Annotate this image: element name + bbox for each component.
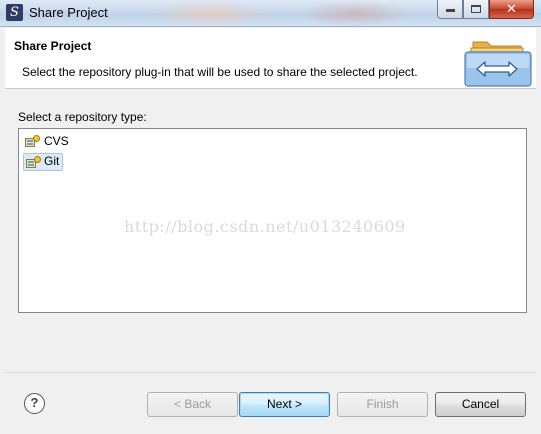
eclipse-app-icon: S (6, 4, 23, 21)
cancel-button[interactable]: Cancel (435, 392, 526, 417)
repository-plugin-icon (26, 156, 41, 168)
wizard-description: Select the repository plug-in that will … (22, 65, 418, 79)
minimize-icon (445, 9, 455, 12)
maximize-button[interactable] (463, 0, 489, 19)
list-item-cvs[interactable]: CVS (23, 133, 72, 151)
maximize-icon (471, 5, 481, 13)
back-button[interactable]: < Back (147, 392, 238, 417)
close-icon: ✕ (506, 1, 517, 16)
repository-type-label: Select a repository type: (18, 110, 147, 124)
close-button[interactable]: ✕ (489, 0, 534, 19)
next-button[interactable]: Next > (239, 392, 330, 417)
list-item-label: CVS (44, 134, 69, 148)
title-bar-backdrop (300, 0, 410, 27)
wizard-title: Share Project (14, 39, 92, 53)
help-icon: ? (30, 395, 39, 410)
title-bar[interactable]: S Share Project ✕ (0, 0, 541, 27)
footer-divider (5, 372, 536, 373)
title-bar-backdrop (150, 0, 270, 27)
finish-button[interactable]: Finish (337, 392, 428, 417)
list-item-git[interactable]: Git (23, 153, 64, 171)
wizard-header: Share Project Select the repository plug… (5, 28, 536, 89)
share-project-folders-icon (464, 41, 532, 87)
list-item-label: Git (44, 154, 60, 168)
repository-plugin-icon (25, 135, 40, 147)
minimize-button[interactable] (437, 0, 463, 19)
help-button[interactable]: ? (24, 393, 45, 414)
watermark-text: http://blog.csdn.net/u013240609 (124, 217, 406, 236)
window-title: Share Project (29, 5, 108, 20)
